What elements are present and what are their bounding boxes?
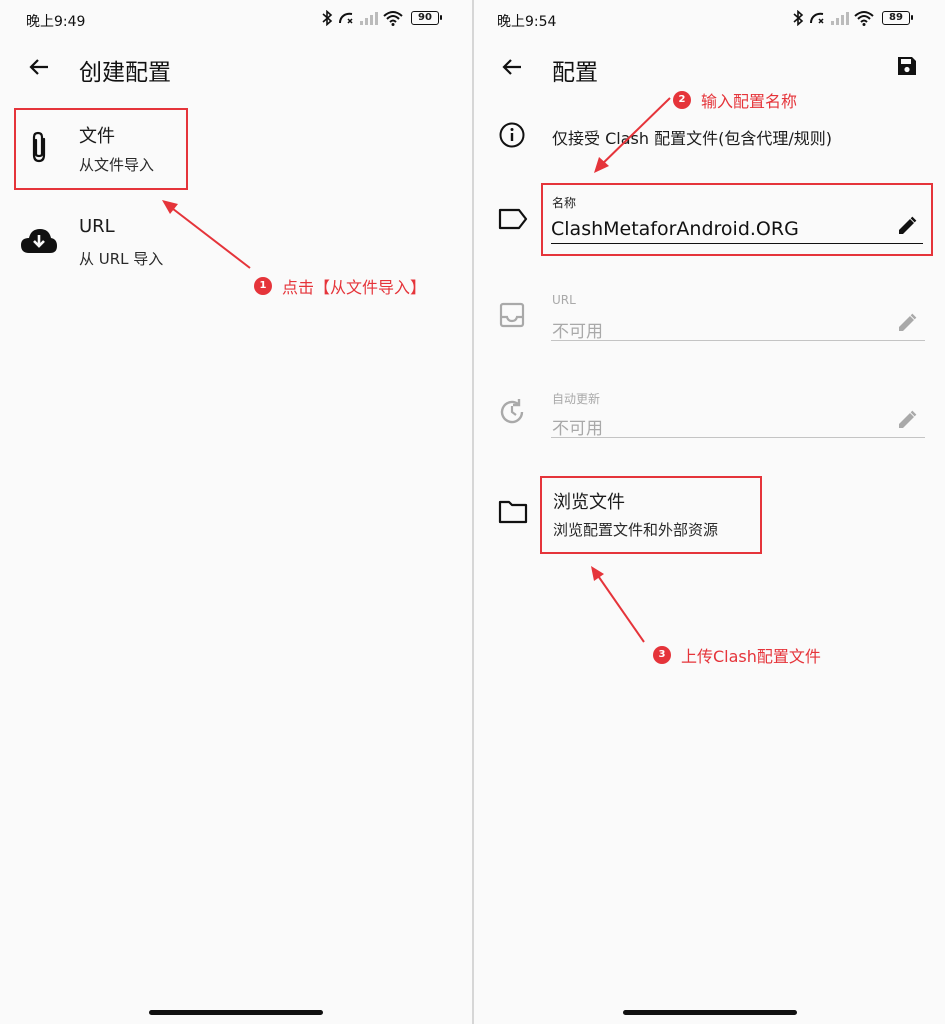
battery-indicator: 90 bbox=[411, 11, 442, 25]
annotation-badge-3: 3 bbox=[653, 646, 671, 664]
annotation-1: 1 点击【从文件导入】 bbox=[254, 274, 426, 298]
pencil-icon bbox=[899, 313, 917, 331]
home-indicator[interactable] bbox=[149, 1010, 323, 1015]
highlight-box-name bbox=[541, 183, 933, 256]
annotation-arrow-3 bbox=[591, 566, 645, 643]
pencil-icon bbox=[899, 410, 917, 428]
save-icon[interactable] bbox=[897, 56, 917, 76]
url-field-underline bbox=[551, 340, 925, 341]
cloud-download-icon bbox=[21, 229, 57, 253]
annotation-3: 3 上传Clash配置文件 bbox=[653, 643, 821, 667]
left-phone-screen: 晚上9:49 90 创建配置 文件 从文件导入 URL 从 URL 导入 1 点… bbox=[0, 0, 473, 1024]
page-title: 创建配置 bbox=[79, 60, 171, 86]
home-indicator[interactable] bbox=[623, 1010, 797, 1015]
auto-update-field-underline bbox=[551, 437, 925, 438]
annotation-arrow-1 bbox=[162, 200, 251, 269]
annotation-text-1: 点击【从文件导入】 bbox=[282, 278, 427, 297]
update-icon bbox=[500, 399, 524, 424]
url-field-value: 不可用 bbox=[552, 322, 603, 342]
inbox-icon bbox=[499, 302, 525, 328]
call-missed-icon bbox=[810, 12, 824, 24]
annotation-badge-2: 2 bbox=[673, 91, 691, 109]
import-url-title: URL bbox=[79, 216, 115, 237]
page-title: 配置 bbox=[552, 60, 598, 86]
annotation-badge-1: 1 bbox=[254, 277, 272, 295]
url-field-label: URL bbox=[552, 293, 576, 307]
back-arrow-icon[interactable] bbox=[28, 56, 50, 78]
folder-icon bbox=[498, 500, 528, 524]
battery-indicator: 89 bbox=[882, 11, 913, 25]
auto-update-field-row: 自动更新 不可用 bbox=[474, 382, 945, 452]
status-icons: 90 bbox=[321, 10, 442, 26]
bluetooth-icon bbox=[793, 10, 804, 26]
info-icon bbox=[499, 122, 525, 148]
signal-icon bbox=[360, 12, 378, 25]
url-field-row: URL 不可用 bbox=[474, 285, 945, 355]
right-phone-screen: 晚上9:54 89 配置 仅接受 Clash 配置文件(包含代理/规则) 名称 … bbox=[473, 0, 945, 1024]
status-time: 晚上9:54 bbox=[497, 14, 557, 30]
signal-icon bbox=[831, 12, 849, 25]
annotation-arrow-2 bbox=[594, 97, 671, 173]
wifi-icon bbox=[854, 11, 874, 26]
annotation-text-2-visible: 输入配置名称 bbox=[701, 92, 798, 111]
bluetooth-icon bbox=[322, 10, 333, 26]
highlight-box-browse bbox=[540, 476, 762, 554]
annotation-text-3: 上传Clash配置文件 bbox=[681, 647, 821, 666]
label-tag-icon bbox=[498, 208, 528, 230]
highlight-box-file bbox=[14, 108, 188, 190]
annotation-2: 2 上传Clash配置文件 输入配置名称 bbox=[673, 88, 797, 112]
auto-update-field-value: 不可用 bbox=[552, 419, 603, 439]
call-missed-icon bbox=[339, 12, 353, 24]
status-time: 晚上9:49 bbox=[26, 14, 86, 30]
auto-update-field-label: 自动更新 bbox=[552, 392, 601, 406]
status-icons: 89 bbox=[792, 10, 913, 26]
back-arrow-icon[interactable] bbox=[501, 56, 523, 78]
wifi-icon bbox=[383, 11, 403, 26]
